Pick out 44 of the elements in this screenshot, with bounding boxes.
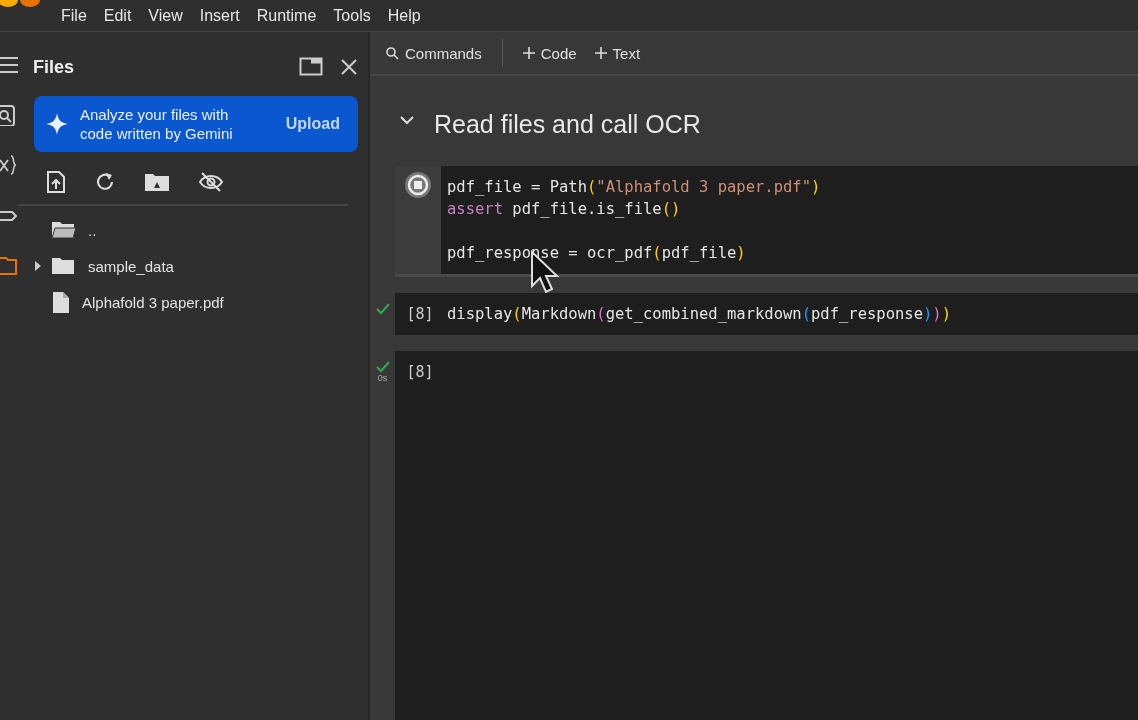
variables-icon[interactable]	[0, 154, 18, 176]
search-icon[interactable]	[0, 104, 18, 126]
folder-name[interactable]: sample_data	[88, 257, 174, 275]
file-upload-icon[interactable]	[46, 170, 66, 194]
execution-count: [8]	[406, 362, 434, 381]
file-name[interactable]: Alphafold 3 paper.pdf	[82, 293, 224, 311]
expand-caret-icon[interactable]	[33, 261, 43, 271]
menu-item[interactable]: File	[61, 6, 87, 25]
menu-item[interactable]: Edit	[103, 6, 132, 25]
folder-name[interactable]: ..	[88, 221, 97, 239]
sparkle-icon	[46, 113, 68, 135]
commands-button[interactable]: Commands	[384, 40, 484, 66]
drive-folder-icon[interactable]	[144, 172, 170, 192]
banner-text: Analyze your files with code written by Gemini	[80, 105, 234, 143]
file-icon[interactable]	[52, 290, 70, 314]
refresh-icon[interactable]	[94, 171, 116, 193]
code-line: pdf_file = Path("Alphafold 3 paper.pdf")	[447, 177, 821, 198]
panel-title: Files	[33, 56, 75, 78]
logo-icon	[0, 0, 40, 8]
hidden-eye-icon[interactable]	[198, 171, 224, 193]
new-window-icon[interactable]	[299, 57, 323, 77]
menu-icon[interactable]	[0, 54, 18, 76]
add-button[interactable]: Code	[520, 40, 579, 66]
menu-item[interactable]: View	[148, 6, 183, 25]
plus-icon	[522, 47, 535, 59]
section-heading: Read files and call OCR	[434, 109, 701, 139]
execution-count: [8]	[406, 304, 434, 323]
close-icon[interactable]	[341, 59, 357, 75]
code-line: pdf_response = ocr_pdf(pdf_file)	[447, 243, 747, 264]
search-icon	[386, 46, 399, 60]
upload-button[interactable]: Upload	[279, 111, 346, 137]
run-time: 0s	[377, 373, 388, 383]
code-line: display(Markdown(get_combined_markdown(pdf_response)))	[447, 304, 951, 325]
folder-icon[interactable]	[52, 256, 76, 276]
folder-icon[interactable]	[0, 254, 18, 276]
code-line: assert pdf_file.is_file()	[447, 199, 682, 220]
plus-icon	[594, 47, 607, 59]
menu-item[interactable]: Runtime	[256, 6, 317, 25]
menu-item[interactable]: Tools	[333, 6, 371, 25]
add-button[interactable]: Text	[592, 40, 643, 66]
menu-item[interactable]: Help	[387, 6, 421, 25]
stop-button[interactable]	[403, 170, 433, 200]
open-folder-icon[interactable]	[52, 220, 76, 240]
menu-item[interactable]: Insert	[199, 6, 240, 25]
